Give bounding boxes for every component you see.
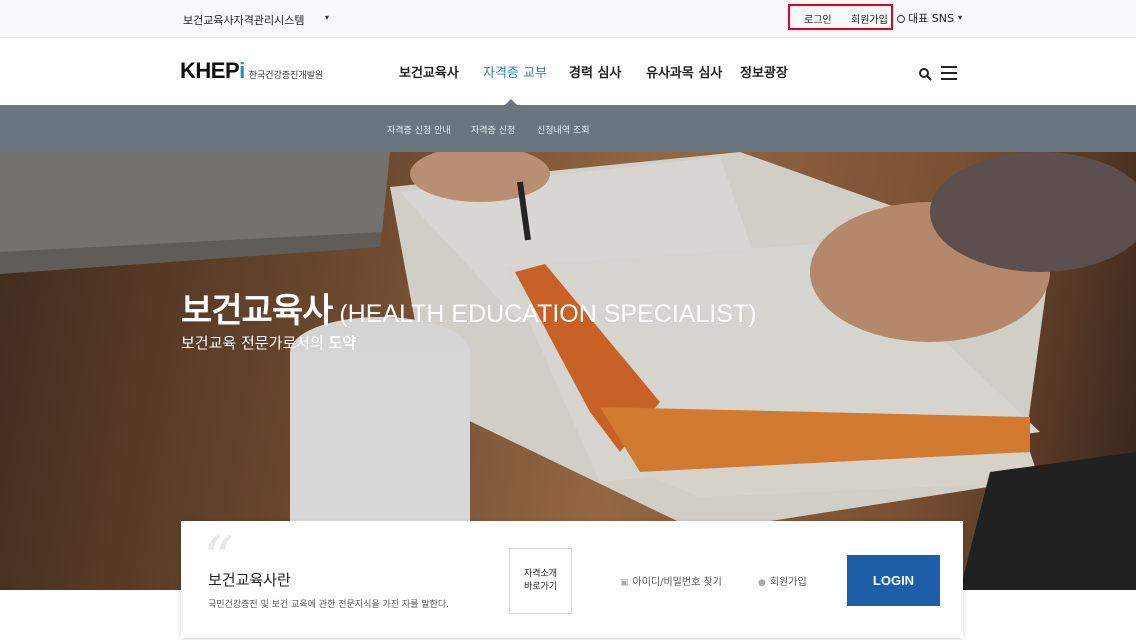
nav-career-review[interactable]: 경력 심사	[569, 62, 621, 81]
utility-bar: 보건교육사자격관리시스템 ▾ 로그인 회원가입 대표 SNS ▾	[0, 0, 1136, 38]
site-header: KHEPi 한국건강증진개발원 보건교육사 자격증 교부 경력 심사 유사과목 …	[0, 38, 1136, 105]
login-link[interactable]: 로그인	[804, 11, 832, 26]
nav-info-plaza[interactable]: 정보광장	[740, 62, 788, 81]
chevron-down-icon[interactable]: ▾	[958, 13, 962, 22]
system-select[interactable]: 보건교육사자격관리시스템	[183, 12, 304, 28]
intro-shortcut-button[interactable]: 자격소개 바로가기	[509, 548, 572, 614]
hamburger-menu-icon[interactable]	[941, 66, 957, 80]
subnav-item-apply[interactable]: 자격증 신청	[471, 123, 515, 136]
sns-label: 대표 SNS	[908, 12, 954, 25]
sub-navigation: 자격증 신청 안내 자격증 신청 신청내역 조회	[0, 105, 1136, 152]
find-id-password-link[interactable]: ▣ 아이디/비밀번호 찾기	[620, 573, 722, 588]
search-icon[interactable]	[918, 67, 932, 81]
login-button[interactable]: LOGIN	[847, 555, 940, 606]
logo-mark: KHEPi	[180, 58, 245, 83]
nav-similar-course-review[interactable]: 유사과목 심사	[646, 62, 722, 81]
signup-link[interactable]: ● 회원가입	[758, 573, 807, 588]
hero-title: 보건교육사 (HEALTH EDUCATION SPECIALIST)	[181, 291, 757, 331]
nav-certificate-issue[interactable]: 자격증 교부	[483, 62, 547, 81]
subnav-item-guide[interactable]: 자격증 신청 안내	[387, 123, 451, 136]
subnav-item-history[interactable]: 신청내역 조회	[537, 123, 590, 136]
intro-login-card: “ 보건교육사란 국민건강증진 및 보건 교육에 관한 전문지식을 가진 자를 …	[181, 521, 963, 638]
logo[interactable]: KHEPi 한국건강증진개발원	[180, 58, 323, 84]
user-icon: ●	[758, 578, 766, 588]
sns-select[interactable]: 대표 SNS	[897, 10, 954, 26]
hero-subtitle: 보건교육 전문가로서의 도약	[181, 334, 357, 352]
page: 보건교육사자격관리시스템 ▾ 로그인 회원가입 대표 SNS ▾ KHEPi 한…	[0, 0, 1136, 640]
chevron-down-icon[interactable]: ▾	[325, 13, 329, 22]
nav-health-educator[interactable]: 보건교육사	[399, 62, 459, 81]
card-title: 보건교육사란	[208, 571, 291, 589]
lock-icon: ▣	[620, 578, 629, 588]
card-description: 국민건강증진 및 보건 교육에 관한 전문지식을 가진 자를 말한다.	[208, 600, 450, 610]
join-link[interactable]: 회원가입	[851, 11, 888, 26]
logo-subtitle: 한국건강증진개발원	[248, 71, 324, 81]
circle-icon	[897, 15, 905, 23]
